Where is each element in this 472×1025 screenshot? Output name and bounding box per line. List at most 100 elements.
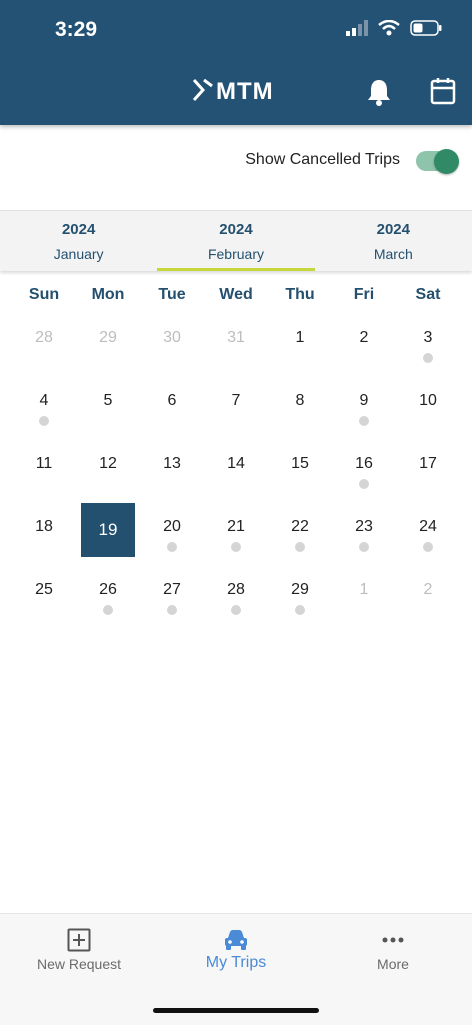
calendar-day[interactable]: 15: [268, 440, 332, 503]
calendar-day[interactable]: 20: [140, 503, 204, 566]
calendar-day[interactable]: 14: [204, 440, 268, 503]
month-name: February: [207, 246, 264, 262]
day-number: 19: [98, 520, 118, 539]
weekday-header: Sun Mon Tue Wed Thu Fri Sat: [12, 286, 460, 314]
month-name: January: [53, 246, 104, 262]
nav-label: New Request: [36, 956, 122, 972]
calendar-day[interactable]: 10: [396, 377, 460, 440]
day-number: 18: [35, 518, 53, 535]
day-number: 28: [35, 329, 53, 346]
day-number: 4: [39, 392, 49, 409]
calendar-day[interactable]: 22: [268, 503, 332, 566]
day-number: 2: [359, 329, 369, 346]
day-number: 30: [163, 329, 181, 346]
day-number: 1: [359, 581, 369, 598]
calendar-icon[interactable]: [430, 77, 456, 105]
month-year: 2024: [219, 221, 253, 238]
calendar-day[interactable]: 5: [76, 377, 140, 440]
calendar-week: 18 19 20 21 22 23 24: [12, 503, 460, 566]
calendar-grid: Sun Mon Tue Wed Thu Fri Sat 28 29 30 31 1 2 3 4…: [12, 286, 460, 629]
weekday-label: Tue: [158, 286, 186, 303]
day-number: 11: [35, 455, 53, 472]
calendar-day[interactable]: 11: [12, 440, 76, 503]
day-number: 14: [227, 455, 245, 472]
day-number: 5: [103, 392, 113, 409]
toggle-knob[interactable]: [434, 149, 459, 174]
tab-month-february[interactable]: 2024 February: [157, 211, 315, 271]
day-number: 12: [99, 455, 117, 472]
trip-indicator-dot: [423, 542, 433, 552]
day-number: 28: [227, 581, 245, 598]
calendar-day[interactable]: 8: [268, 377, 332, 440]
calendar-day[interactable]: 21: [204, 503, 268, 566]
tab-month-march[interactable]: 2024 March: [315, 211, 472, 271]
trip-indicator-dot: [231, 542, 241, 552]
day-number: 1: [295, 329, 305, 346]
trip-indicator-dot: [359, 542, 369, 552]
nav-label: More: [377, 956, 409, 972]
day-number: 23: [355, 518, 373, 535]
calendar-day[interactable]: 24: [396, 503, 460, 566]
trip-indicator-dot: [359, 479, 369, 489]
calendar-day[interactable]: 2: [332, 314, 396, 377]
weekday-label: Thu: [285, 286, 315, 303]
calendar-day[interactable]: 23: [332, 503, 396, 566]
calendar-day[interactable]: 7: [204, 377, 268, 440]
tab-month-january[interactable]: 2024 January: [0, 211, 157, 271]
nav-label: My Trips: [205, 954, 267, 971]
calendar-day: 30: [140, 314, 204, 377]
weekday-label: Sun: [28, 286, 60, 303]
day-number: 24: [419, 518, 437, 535]
calendar-day[interactable]: 6: [140, 377, 204, 440]
calendar-day[interactable]: 17: [396, 440, 460, 503]
bell-icon[interactable]: [366, 78, 392, 106]
car-icon: [225, 930, 247, 950]
day-number: 31: [227, 329, 245, 346]
day-number: 16: [355, 455, 373, 472]
calendar-week: 11 12 13 14 15 16 17: [12, 440, 460, 503]
weekday-label: Wed: [219, 286, 253, 303]
calendar-day[interactable]: 16: [332, 440, 396, 503]
calendar-day[interactable]: 13: [140, 440, 204, 503]
nav-more[interactable]: More: [314, 928, 472, 972]
trip-indicator-dot: [295, 542, 305, 552]
status-time: 3:29: [55, 18, 98, 41]
nav-new-request[interactable]: New Request: [0, 928, 158, 972]
day-number: 10: [419, 392, 437, 409]
plus-square-icon: [67, 928, 91, 952]
calendar-week: 25 26 27 28 29 1 2: [12, 566, 460, 629]
nav-my-trips[interactable]: My Trips: [157, 928, 315, 972]
day-number: 15: [291, 455, 309, 472]
calendar-day[interactable]: 28: [204, 566, 268, 629]
calendar-day[interactable]: 4: [12, 377, 76, 440]
calendar-day[interactable]: 27: [140, 566, 204, 629]
calendar-day: 28: [12, 314, 76, 377]
calendar-day[interactable]: 9: [332, 377, 396, 440]
day-number: 13: [163, 455, 181, 472]
calendar-day[interactable]: 12: [76, 440, 140, 503]
day-number: 17: [419, 455, 437, 472]
day-number: 3: [423, 329, 433, 346]
status-icons: [346, 20, 442, 36]
home-indicator: [153, 1008, 319, 1013]
day-number: 21: [227, 518, 245, 535]
day-number: 27: [163, 581, 181, 598]
calendar-day-selected[interactable]: 19: [76, 503, 140, 566]
trip-indicator-dot: [359, 416, 369, 426]
calendar-day[interactable]: 18: [12, 503, 76, 566]
month-year: 2024: [61, 221, 96, 238]
calendar-day: 29: [76, 314, 140, 377]
day-number: 22: [291, 518, 309, 535]
calendar-day[interactable]: 29: [268, 566, 332, 629]
trip-indicator-dot: [231, 605, 241, 615]
weekday-label: Mon: [91, 286, 125, 303]
calendar-day[interactable]: 26: [76, 566, 140, 629]
calendar-day[interactable]: 1: [268, 314, 332, 377]
day-number: 2: [423, 581, 433, 598]
app-header: 3:29 MTM: [0, 0, 472, 125]
signal-icon: [346, 20, 368, 36]
calendar-day[interactable]: 3: [396, 314, 460, 377]
trip-indicator-dot: [167, 542, 177, 552]
day-number: 25: [35, 581, 53, 598]
calendar-day[interactable]: 25: [12, 566, 76, 629]
